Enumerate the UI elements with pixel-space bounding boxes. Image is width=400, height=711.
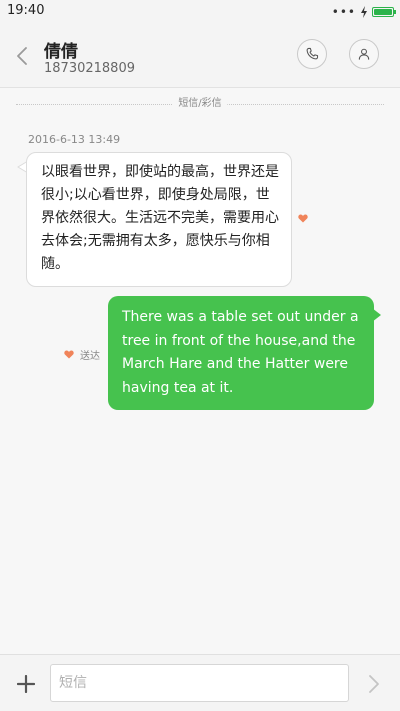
delivered-label: 送达 [80, 351, 100, 362]
status-indicators: ••• [331, 5, 396, 19]
status-bar: 19:40 ••• [0, 0, 400, 24]
message-list[interactable]: 短信/彩信 2016-6-13 13:49 以眼看世界，即使站的最高，世界还是很… [0, 88, 400, 654]
chevron-left-icon [17, 47, 27, 65]
outgoing-message-bubble[interactable]: There was a table set out under a tree i… [108, 296, 374, 410]
sms-input[interactable] [50, 664, 349, 702]
message-timestamp: 2016-6-13 13:49 [28, 133, 121, 146]
channel-divider: 短信/彩信 [16, 97, 384, 111]
plus-icon [17, 675, 35, 693]
channel-label: 短信/彩信 [172, 97, 228, 111]
signal-dots-icon: ••• [331, 5, 356, 19]
contact-details-button[interactable] [349, 39, 379, 69]
contact-number: 18730218809 [44, 61, 135, 76]
phone-icon [306, 47, 319, 60]
battery-icon [372, 7, 396, 17]
outgoing-bubble-tail [372, 308, 381, 322]
call-button[interactable] [297, 39, 327, 69]
person-icon [358, 48, 370, 60]
add-attachment-button[interactable] [14, 672, 38, 696]
favorite-heart-icon[interactable] [64, 350, 74, 359]
favorite-heart-icon[interactable] [298, 214, 308, 223]
charging-bolt-icon [361, 6, 367, 18]
incoming-message-bubble[interactable]: 以眼看世界，即使站的最高，世界还是很小;以心看世界，即使身处局限，世界依然很大。… [26, 152, 292, 287]
contact-name: 倩倩 [44, 42, 78, 62]
conversation-header: 倩倩 18730218809 [0, 24, 400, 88]
send-button[interactable] [362, 672, 386, 696]
messaging-screen: 19:40 ••• 倩倩 18730218809 短信/彩信 2016-6-13… [0, 0, 400, 711]
status-time: 19:40 [7, 3, 45, 18]
delivery-status: 送达 [64, 347, 100, 362]
back-button[interactable] [10, 44, 34, 68]
chevron-right-icon [369, 675, 379, 693]
compose-bar [0, 654, 400, 711]
